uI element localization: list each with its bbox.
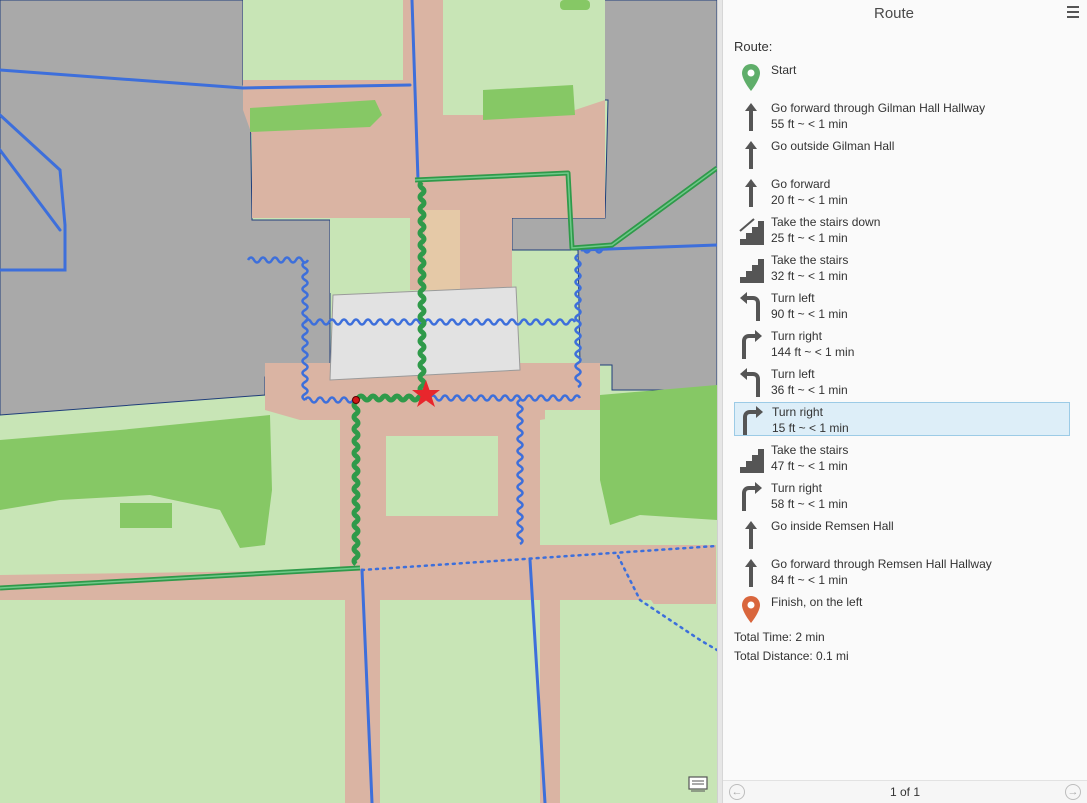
step-distance: 55 ft ~ < 1 min [771, 117, 848, 131]
step-distance: 15 ft ~ < 1 min [772, 421, 849, 435]
shrub-top [560, 0, 590, 10]
arrow-up-icon [736, 137, 766, 171]
step-instruction: Turn right [772, 405, 823, 419]
step-instruction: Go outside Gilman Hall [771, 139, 895, 153]
step-instruction: Go forward [771, 177, 831, 191]
arrow-up-icon [736, 175, 766, 209]
finish-pin-icon [736, 593, 766, 627]
step-instruction: Take the stairs down [771, 215, 881, 229]
direction-step[interactable]: Go inside Remsen Hall [734, 517, 1070, 551]
arrow-up-icon [736, 99, 766, 133]
hamburger-menu-icon[interactable] [1067, 6, 1079, 18]
vegetation-top-right [483, 85, 575, 120]
route-label: Route: [734, 39, 773, 54]
pager-footer: ← 1 of 1 → [723, 780, 1087, 803]
step-distance: 47 ft ~ < 1 min [771, 459, 848, 473]
step-instruction: Take the stairs [771, 253, 849, 267]
map-tips-icon[interactable] [688, 776, 708, 792]
step-distance: 32 ft ~ < 1 min [771, 269, 848, 283]
direction-step[interactable]: Take the stairs 32 ft ~ < 1 min [734, 251, 1070, 285]
step-instruction: Turn right [771, 329, 822, 343]
direction-step[interactable]: Go outside Gilman Hall [734, 137, 1070, 171]
step-distance: 36 ft ~ < 1 min [771, 383, 848, 397]
step-distance: 25 ft ~ < 1 min [771, 231, 848, 245]
step-instruction: Finish, on the left [771, 595, 863, 609]
step-instruction: Turn left [771, 291, 815, 305]
panel-title: Route [873, 5, 915, 22]
direction-step[interactable]: Start [734, 61, 1070, 95]
arrow-up-icon [736, 555, 766, 589]
lawn-courtyard [330, 218, 410, 293]
direction-step[interactable]: Turn right 58 ft ~ < 1 min [734, 479, 1070, 513]
direction-step[interactable]: Go forward through Remsen Hall Hallway 84… [734, 555, 1070, 589]
total-distance: Total Distance: 0.1 mi [734, 649, 849, 663]
lawn-bottom-center [382, 604, 528, 803]
lawn-top-left [243, 0, 403, 80]
step-instruction: Turn right [771, 481, 822, 495]
turn-right-icon [736, 479, 766, 513]
turn-right-icon [736, 327, 766, 361]
stairs-icon [736, 441, 766, 475]
total-time: Total Time: 2 min [734, 630, 825, 644]
direction-step[interactable]: Take the stairs 47 ft ~ < 1 min [734, 441, 1070, 475]
map-canvas[interactable] [0, 0, 717, 803]
step-instruction: Go inside Remsen Hall [771, 519, 894, 533]
arrow-right-circle-icon[interactable]: → [1065, 784, 1081, 800]
direction-step[interactable]: Go forward 20 ft ~ < 1 min [734, 175, 1070, 209]
stairs-down-icon [736, 213, 766, 247]
step-instruction: Go forward through Gilman Hall Hallway [771, 101, 986, 115]
map-view[interactable] [0, 0, 717, 803]
direction-step[interactable]: Turn right 15 ft ~ < 1 min [734, 402, 1070, 436]
step-instruction: Turn left [771, 367, 815, 381]
step-instruction: Take the stairs [771, 443, 849, 457]
current-step-marker [352, 396, 360, 404]
route-panel: Route Route: Start Go forward through Gil… [722, 0, 1087, 803]
arrow-up-icon [736, 517, 766, 551]
step-instruction: Go forward through Remsen Hall Hallway [771, 557, 992, 571]
stairs-icon [736, 251, 766, 285]
step-distance: 20 ft ~ < 1 min [771, 193, 848, 207]
turn-left-icon [736, 289, 766, 323]
direction-step[interactable]: Take the stairs down 25 ft ~ < 1 min [734, 213, 1070, 247]
direction-step[interactable]: Turn left 90 ft ~ < 1 min [734, 289, 1070, 323]
lawn-bottom-left [0, 604, 340, 803]
vegetation-right [600, 385, 717, 525]
lawn-block-center [386, 436, 498, 516]
direction-step[interactable]: Turn right 144 ft ~ < 1 min [734, 327, 1070, 361]
direction-step[interactable]: Turn left 36 ft ~ < 1 min [734, 365, 1070, 399]
direction-step[interactable]: Finish, on the left [734, 593, 1070, 627]
direction-step[interactable]: Go forward through Gilman Hall Hallway 55… [734, 99, 1070, 133]
turn-left-icon [736, 365, 766, 399]
start-pin-icon [736, 61, 766, 95]
vegetation-patch [120, 503, 172, 528]
step-distance: 90 ft ~ < 1 min [771, 307, 848, 321]
step-distance: 84 ft ~ < 1 min [771, 573, 848, 587]
lawn-bottom-right [565, 604, 717, 803]
step-instruction: Start [771, 63, 797, 77]
step-distance: 58 ft ~ < 1 min [771, 497, 848, 511]
turn-right-icon [737, 403, 767, 437]
step-distance: 144 ft ~ < 1 min [771, 345, 855, 359]
courtyard-tile [425, 210, 460, 290]
page-indicator: 1 of 1 [889, 785, 921, 799]
